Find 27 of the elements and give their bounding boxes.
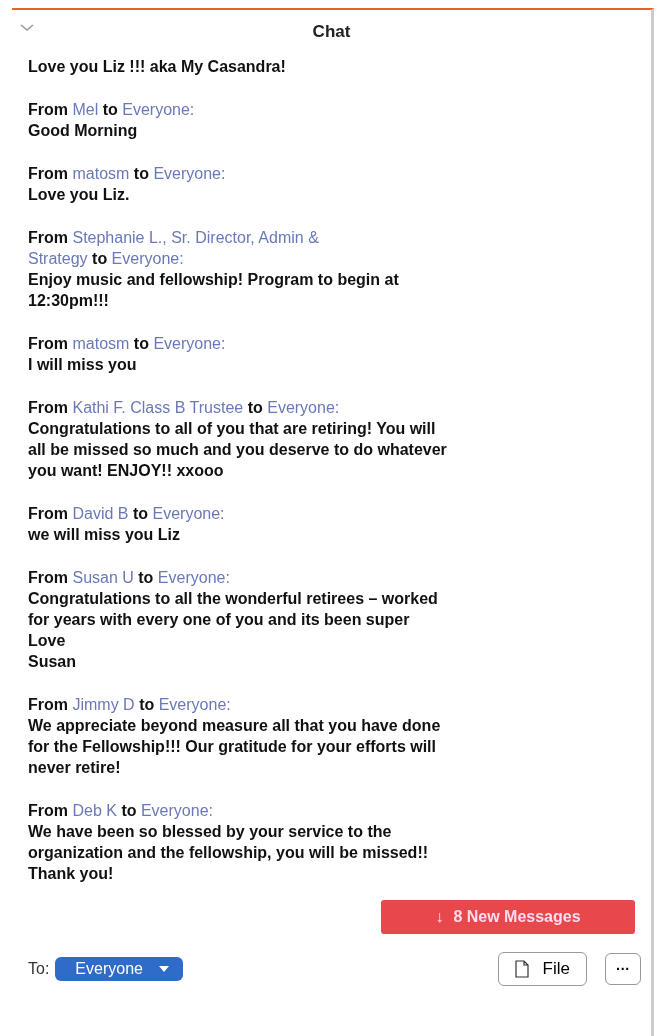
message-text: We have been so blessed by your service to the organization and the fellowship, you will be missed!! Thank you! [28, 822, 430, 884]
message-text: we will miss you Liz [28, 525, 182, 545]
message-text: We appreciate beyond measure all that you have done for the Fellowship!!! Our gratitude for your efforts will never retire! [28, 716, 442, 778]
message-header: From Susan U to Everyone: [28, 568, 231, 588]
document-icon [514, 960, 529, 978]
file-button[interactable]: File [497, 952, 587, 986]
message-header: From Deb K to Everyone: [28, 801, 214, 821]
caret-icon [158, 966, 169, 972]
message-text: Congratulations to all the wonderful retirees – worked for years with every one of you and its been super Love Susan [28, 589, 439, 672]
message-header: From Kathi F. Class B Trustee to Everyone: [28, 398, 341, 418]
chevron-down-icon[interactable] [20, 24, 34, 32]
message-header: From matosm to Everyone: [28, 334, 227, 354]
message-text: Love you Liz. [28, 185, 131, 205]
recipient-dropdown[interactable]: Everyone [55, 957, 183, 981]
message-text: Enjoy music and fellowship! Program to begin at 12:30pm!!! [28, 270, 400, 311]
panel-title: Chat [312, 22, 351, 42]
message-header: From Jimmy D to Everyone: [28, 695, 232, 715]
message-text: Love you Liz !!! aka My Casandra! [28, 57, 287, 77]
to-label: To: [28, 960, 50, 978]
message-header: From Mel to Everyone: [28, 100, 196, 120]
message-text: Good Morning [28, 121, 139, 141]
message-header: From Stephanie L., Sr. Director, Admin & Strategy to Everyone: [28, 228, 320, 269]
message-header: From matosm to Everyone: [28, 164, 227, 184]
message-text: Congratulations to all of you that are retiring! You will all be missed so much and you deserve to do whatever you want! ENJOY!! xxooo [28, 419, 448, 481]
message-text: I will miss you [28, 355, 138, 375]
more-button[interactable]: ··· [605, 953, 641, 985]
message-header: From David B to Everyone: [28, 504, 226, 524]
